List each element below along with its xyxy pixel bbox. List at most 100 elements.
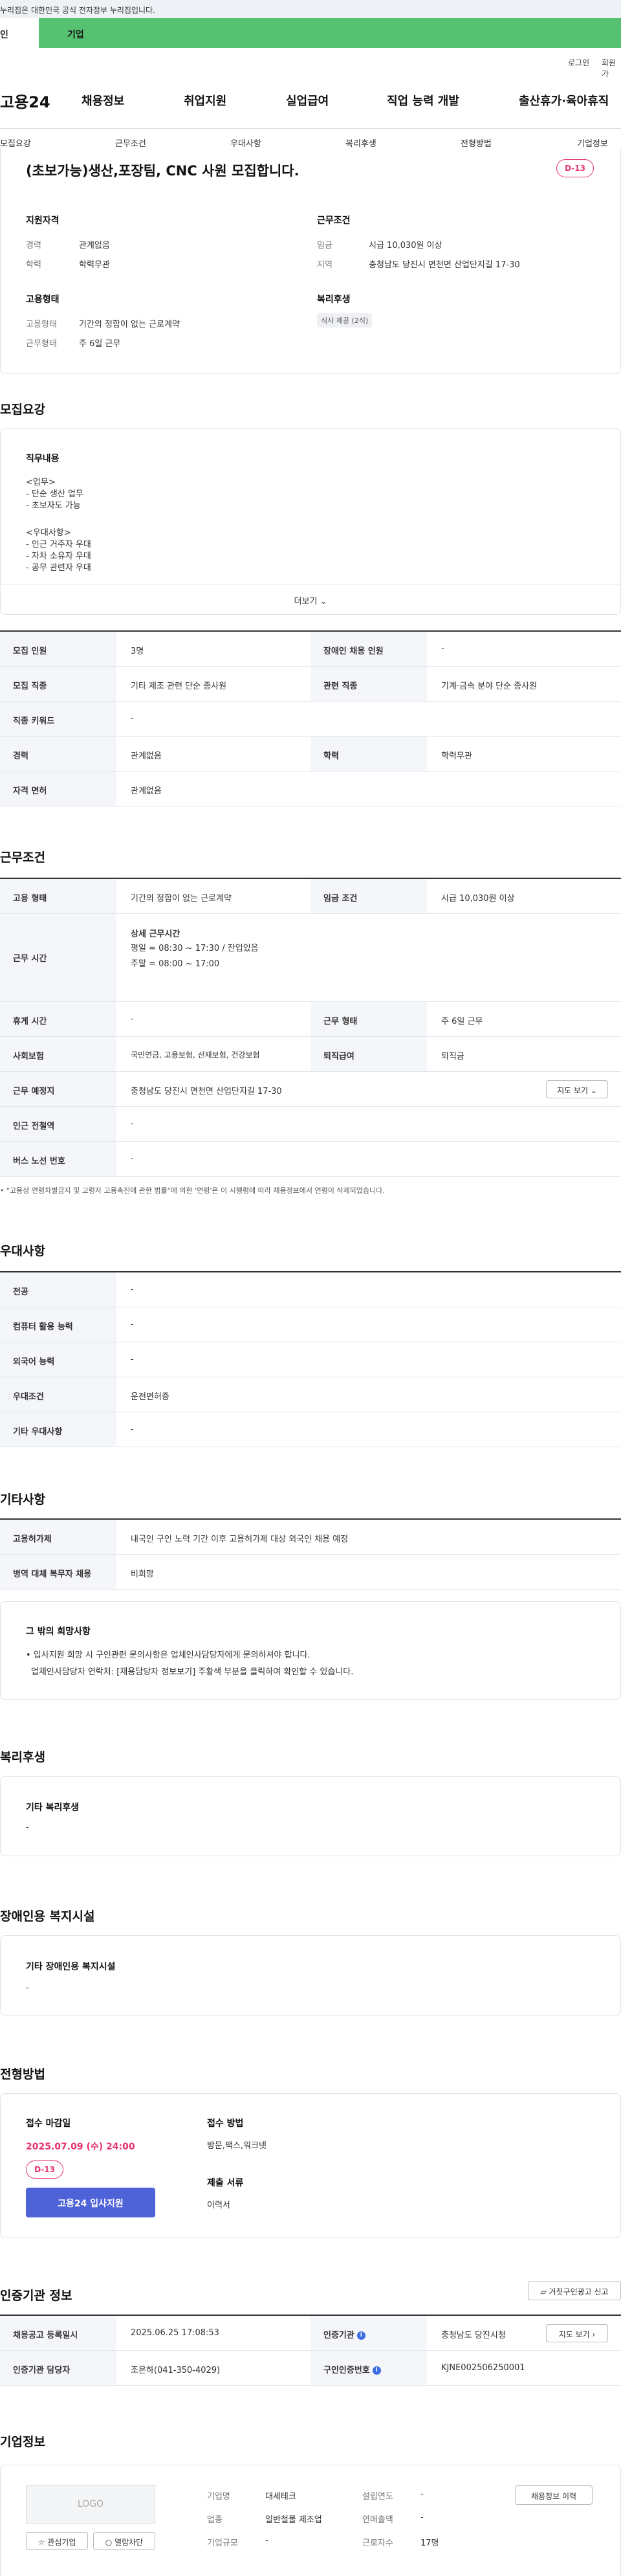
table-header-cell: 채용공고 등록일시 (0, 2316, 116, 2350)
map-button[interactable]: 지도 보기 › (546, 2324, 608, 2342)
table-row: 휴게 시간 - 근무 형태 주 6일 근무 (0, 1002, 621, 1037)
report-button-label: 거짓구인광고 신고 (549, 2287, 609, 2296)
gov-banner: 누리집은 대한민국 공식 전자정부 누리집입니다. (0, 0, 621, 18)
report-false-ad-button[interactable]: ▱ 거짓구인광고 신고 (528, 2281, 621, 2300)
table-header-cell: 구인인증번호 i (310, 2351, 427, 2385)
table-header-cell: 모집 직종 (0, 667, 116, 701)
table-row: 모집 인원 3명 장애인 채용 인원 - (0, 632, 621, 667)
table-cell: 조은하(041-350-4029) (131, 2366, 221, 2375)
table-header-cell: 인근 전철역 (0, 1107, 116, 1141)
table-row: 전공 - (0, 1272, 621, 1307)
table-cell: 3명 (131, 647, 144, 656)
table-header-cell: 컴퓨터 활용 능력 (0, 1307, 116, 1342)
table-cell: 기계·금속 분야 단순 종사원 (441, 682, 538, 691)
block-label: 열람차단 (114, 2538, 144, 2547)
map-button[interactable]: 지도 보기 ⌄ (546, 1080, 608, 1098)
tab-company[interactable]: 기업 (39, 18, 621, 48)
work-type-value: 주 6일 근무 (79, 339, 121, 349)
job-title: (초보가능)생산,포장팀, CNC 사원 모집합니다. (26, 163, 300, 179)
table-row: 자격 면허 관계없음 (0, 772, 621, 806)
block-view-button[interactable]: ○ 열람차단 (93, 2532, 155, 2550)
work-section-title: 근무조건 (0, 850, 45, 865)
table-cell: - (131, 1355, 134, 1364)
table-cell: 운전면허증 (131, 1392, 169, 1402)
interest-company-button[interactable]: ☆ 관심기업 (26, 2532, 88, 2550)
disability-card (0, 1935, 621, 2015)
jd-line: - 인근 거주자 우대 (26, 540, 91, 550)
emp-type-label: 고용형태 (26, 320, 57, 329)
table-cell: 충청남도 당진시 면천면 산업단지길 17-30 (131, 1087, 282, 1096)
history-button[interactable]: 채용정보 이력 (515, 2485, 593, 2505)
table-cell: 비희망 (131, 1570, 154, 1579)
site-logo[interactable]: 고용24 (0, 89, 50, 112)
gnb-parental-leave[interactable]: 출산휴가·육아휴직 (519, 92, 609, 109)
table-header-cell: 인증기관 담당자 (0, 2351, 116, 2385)
deadline-title: 접수 마감일 (26, 2118, 71, 2129)
more-button[interactable]: 더보기 ⌄ (0, 584, 621, 614)
table-cell: - (441, 644, 444, 654)
deadline-value: 2025.07.09 (수) 24:00 (26, 2142, 135, 2152)
table-cell: - (131, 1425, 134, 1434)
table-cell: 시급 10,030원 이상 (441, 894, 515, 904)
tab-individual[interactable]: 인 (0, 18, 39, 48)
table-cell: 기간의 정함이 없는 근로계약 (131, 894, 232, 904)
size-label: 기업규모 (207, 2538, 238, 2548)
table-row: 사회보험 국민연금, 고용보험, 산재보험, 건강보험 퇴직급여 퇴직금 (0, 1037, 621, 1072)
age-note: • "고용상 연령차별금지 및 고령자 고용촉진에 관한 법률"에 의한 '연령… (0, 1186, 385, 1195)
gnb-employment-support[interactable]: 취업지원 (184, 92, 226, 109)
table-cell: 충청남도 당진시청 (441, 2331, 506, 2340)
login-link[interactable]: 로그인 (568, 57, 589, 68)
signup-link[interactable]: 회원가 (602, 57, 621, 79)
table-cell: - (131, 714, 134, 724)
table-row: 인근 전철역 - (0, 1107, 621, 1142)
method-value: 방문,팩스,워크넷 (207, 2141, 267, 2151)
welfare-box-title: 기타 복리후생 (26, 1803, 80, 1813)
block-icon: ○ (105, 2538, 113, 2547)
report-icon: ▱ (540, 2287, 547, 2296)
table-header-cell: 자격 면허 (0, 772, 116, 806)
welfare-section-title: 복리후생 (0, 1750, 45, 1764)
table-cell: - (131, 1014, 134, 1024)
sales-label: 연매출액 (362, 2515, 393, 2525)
table-cell: 기타 제조 관련 단순 종사원 (131, 682, 227, 691)
table-header-cell: 퇴직급여 (310, 1037, 427, 1071)
table-header-cell: 근무 예정지 (0, 1072, 116, 1106)
table-header-cell: 경력 (0, 737, 116, 771)
dday-badge: D-13 (26, 2160, 63, 2179)
table-cell: - (131, 1320, 134, 1329)
info-icon[interactable]: i (356, 2331, 365, 2340)
gnb-job-training[interactable]: 직업 능력 개발 (387, 92, 459, 109)
table-header-cell: 외국어 능력 (0, 1342, 116, 1377)
header-nav: 고용24 채용정보 취업지원 실업급여 직업 능력 개발 출산휴가·육아휴직 (0, 83, 621, 115)
apply-button[interactable]: 고용24 입사지원 (26, 2188, 155, 2217)
table-row: 외국어 능력 - (0, 1342, 621, 1377)
org-label: 인증기관 (323, 2331, 354, 2340)
sales-value: - (420, 2513, 424, 2522)
table-row: 기타 우대사항 - (0, 1412, 621, 1447)
table-row: 컴퓨터 활용 능력 - (0, 1307, 621, 1342)
table-header-cell: 임금 조건 (310, 879, 427, 913)
map-button-label: 지도 보기 (558, 2330, 590, 2339)
gnb-unemployment-benefit[interactable]: 실업급여 (286, 92, 329, 109)
table-row: 채용공고 등록일시 2025.06.25 17:08:53 인증기관 i 충청남도… (0, 2316, 621, 2351)
table-cell: 국민연금, 고용보험, 산재보험, 건강보험 (131, 1050, 260, 1060)
table-row: 직종 키워드 - (0, 702, 621, 737)
gnb-jobs[interactable]: 채용정보 (82, 92, 124, 109)
founded-label: 설립연도 (362, 2492, 393, 2502)
jd-line: <업무> (26, 478, 56, 487)
table-row: 병역 대체 복무자 채용 비희망 (0, 1555, 621, 1590)
table-cell: 주 6일 근무 (441, 1017, 483, 1027)
industry-value: 일반철물 제조업 (265, 2515, 322, 2525)
table-row: 고용허가제 내국인 구인 노력 기간 이후 고용허가제 대상 외국인 채용 예정 (0, 1520, 621, 1555)
wage-label: 임금 (317, 241, 332, 250)
table-row: 인증기관 담당자 조은하(041-350-4029) 구인인증번호 i KJNE0… (0, 2351, 621, 2386)
qual-title: 지원자격 (26, 216, 60, 226)
recruit-section-title: 모집요강 (0, 403, 45, 417)
more-label: 더보기 (294, 597, 318, 606)
info-icon[interactable]: i (372, 2366, 381, 2375)
staff-value: 17명 (420, 2538, 439, 2548)
welfare-chip: 식사 제공 (2식) (317, 313, 373, 328)
education-label: 학력 (26, 260, 41, 270)
jd-title: 직무내용 (26, 454, 60, 464)
jd-line: - 자차 소유자 우대 (26, 551, 91, 561)
